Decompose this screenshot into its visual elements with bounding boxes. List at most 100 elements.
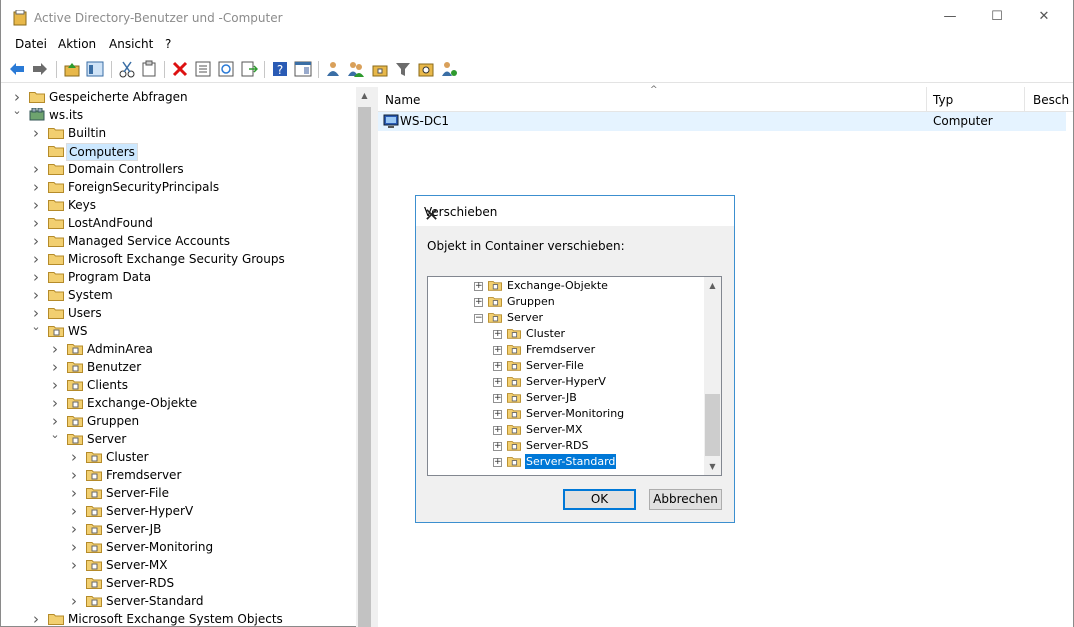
chevron-right-icon[interactable]: › [30,610,42,627]
chevron-right-icon[interactable]: › [68,502,80,520]
new-user-icon[interactable] [324,60,342,78]
expand-plus-icon[interactable]: + [493,442,502,451]
show-pane-icon[interactable] [294,60,312,78]
chevron-right-icon[interactable]: › [68,520,80,538]
expand-plus-icon[interactable]: + [493,378,502,387]
tree-item-label: Builtin [68,126,107,140]
scroll-up-icon[interactable]: ▲ [704,277,721,294]
tree-item-label: Server-Monitoring [106,540,214,554]
container-tree-label: Server-JB [526,391,577,404]
tree-item-label: WS [68,324,88,338]
chevron-right-icon[interactable]: › [68,556,80,574]
refresh-icon[interactable] [217,60,235,78]
expand-plus-icon[interactable]: + [493,330,502,339]
tree-item-label: Benutzer [87,360,142,374]
cut-icon[interactable] [118,60,136,78]
scroll-thumb[interactable] [705,394,720,456]
menu-help[interactable]: ? [165,37,171,51]
expand-plus-icon[interactable]: + [474,282,483,291]
tree-scrollbar[interactable]: ▲ [356,87,373,627]
menu-ansicht[interactable]: Ansicht [109,37,153,51]
new-group-icon[interactable] [347,60,365,78]
container-tree: + Exchange-Objekte + Gruppen − Server + Cluster… [427,276,722,476]
tree-item-label: Microsoft Exchange Security Groups [68,252,285,266]
find-icon[interactable] [417,60,435,78]
chevron-right-icon[interactable]: › [30,286,42,304]
scroll-up-icon[interactable]: ▲ [356,87,373,104]
column-name[interactable]: Name [385,93,420,107]
column-description[interactable]: Besch [1033,93,1069,107]
export-list-icon[interactable] [240,60,258,78]
chevron-right-icon[interactable]: › [30,268,42,286]
container-tree-label: Gruppen [507,295,555,308]
chevron-right-icon[interactable]: › [30,250,42,268]
tree-item-label: Managed Service Accounts [68,234,230,248]
chevron-down-icon[interactable]: ⌄ [11,105,23,124]
window-title: Active Directory-Benutzer und -Computer [34,11,283,25]
table-row[interactable]: WS-DC1 Computer [378,112,1066,131]
row-name: WS-DC1 [400,114,450,128]
properties-icon[interactable] [194,60,212,78]
chevron-right-icon[interactable]: › [30,178,42,196]
chevron-right-icon[interactable]: › [68,592,80,610]
chevron-right-icon[interactable]: › [49,394,61,412]
collapse-minus-icon[interactable]: − [474,314,483,323]
chevron-right-icon[interactable]: › [49,340,61,358]
expand-plus-icon[interactable]: + [493,426,502,435]
tree-item-label: Program Data [68,270,152,284]
chevron-right-icon[interactable]: › [49,358,61,376]
delete-icon[interactable] [171,60,189,78]
scroll-thumb[interactable] [358,107,371,627]
chevron-down-icon[interactable]: ⌄ [30,321,42,340]
expand-plus-icon[interactable]: + [493,458,502,467]
help-icon[interactable]: ? [271,60,289,78]
chevron-down-icon[interactable]: ⌄ [49,429,61,448]
container-tree-label: Exchange-Objekte [507,279,608,292]
tree-item-label: Server-HyperV [106,504,194,518]
dialog-close-icon[interactable]: ✕ [424,205,726,226]
expand-plus-icon[interactable]: + [493,346,502,355]
up-folder-icon[interactable] [63,60,81,78]
menu-datei[interactable]: Datei [15,37,47,51]
copy-icon[interactable] [140,60,158,78]
expand-plus-icon[interactable]: + [493,410,502,419]
cancel-button[interactable]: Abbrechen [649,489,722,510]
maximize-button[interactable]: ☐ [974,0,1020,34]
chevron-right-icon[interactable]: › [68,448,80,466]
chevron-right-icon[interactable]: › [68,484,80,502]
expand-plus-icon[interactable]: + [493,394,502,403]
new-ou-icon[interactable] [371,60,389,78]
chevron-right-icon[interactable]: › [30,124,42,142]
chevron-right-icon[interactable]: › [30,160,42,178]
tree-item-label: Server-RDS [106,576,175,590]
dialog-tree-scrollbar[interactable]: ▲ ▼ [704,277,721,475]
close-button[interactable]: ✕ [1021,0,1067,34]
forward-arrow-icon[interactable] [31,60,49,78]
scroll-down-icon[interactable]: ▼ [704,458,721,475]
filter-icon[interactable] [394,60,412,78]
expand-plus-icon[interactable]: + [474,298,483,307]
ok-button[interactable]: OK [563,489,636,510]
console-tree-icon[interactable] [86,60,104,78]
folder-icon [48,234,64,247]
chevron-right-icon[interactable]: › [68,538,80,556]
domain-icon [29,107,45,121]
tree-item-label: Server-MX [106,558,168,572]
chevron-right-icon[interactable]: › [30,196,42,214]
minimize-button[interactable]: — [927,0,973,34]
chevron-right-icon[interactable]: › [68,466,80,484]
chevron-right-icon[interactable]: › [30,232,42,250]
tree-item-label: Users [68,306,102,320]
expand-plus-icon[interactable]: + [493,362,502,371]
add-to-group-icon[interactable] [440,60,458,78]
container-tree-label: Server-MX [526,423,583,436]
chevron-right-icon[interactable]: › [30,214,42,232]
chevron-right-icon[interactable]: › [49,376,61,394]
column-type[interactable]: Typ [933,93,953,107]
ou-folder-icon [507,423,521,435]
folder-icon [48,126,64,139]
tree-item-label: ws.its [49,108,84,122]
menu-aktion[interactable]: Aktion [58,37,96,51]
back-arrow-icon[interactable] [8,60,26,78]
toolbar: ? [1,57,1073,83]
